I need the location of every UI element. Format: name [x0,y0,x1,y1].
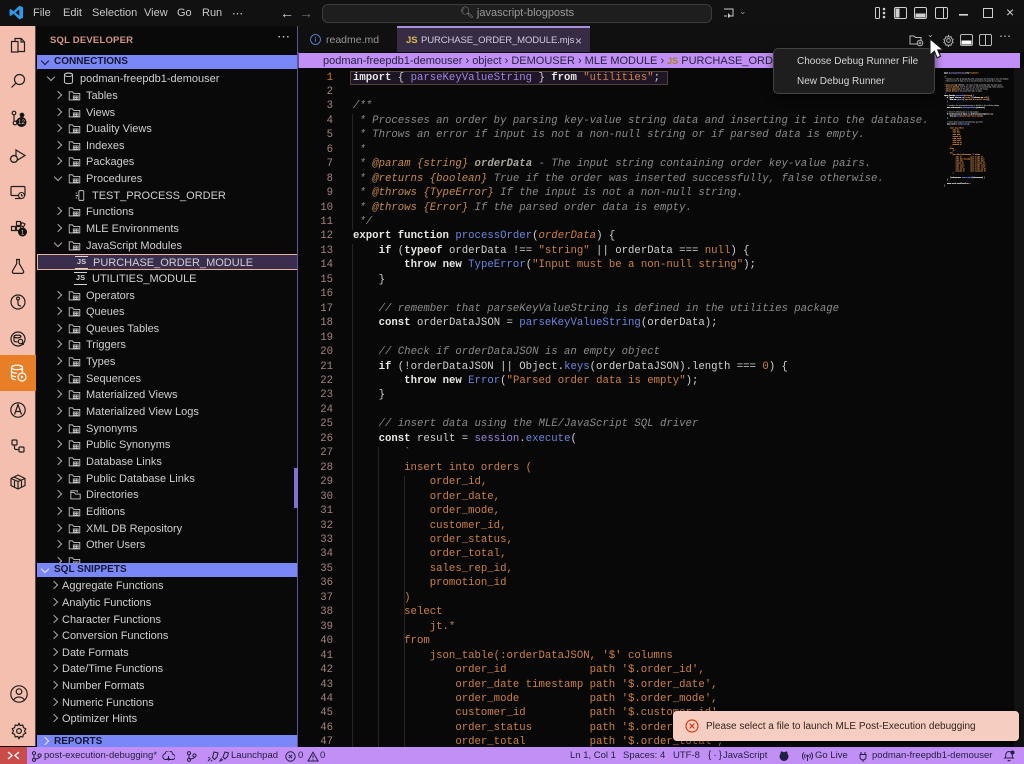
svg-text:1: 1 [21,229,25,236]
svg-text:12: 12 [18,119,25,126]
